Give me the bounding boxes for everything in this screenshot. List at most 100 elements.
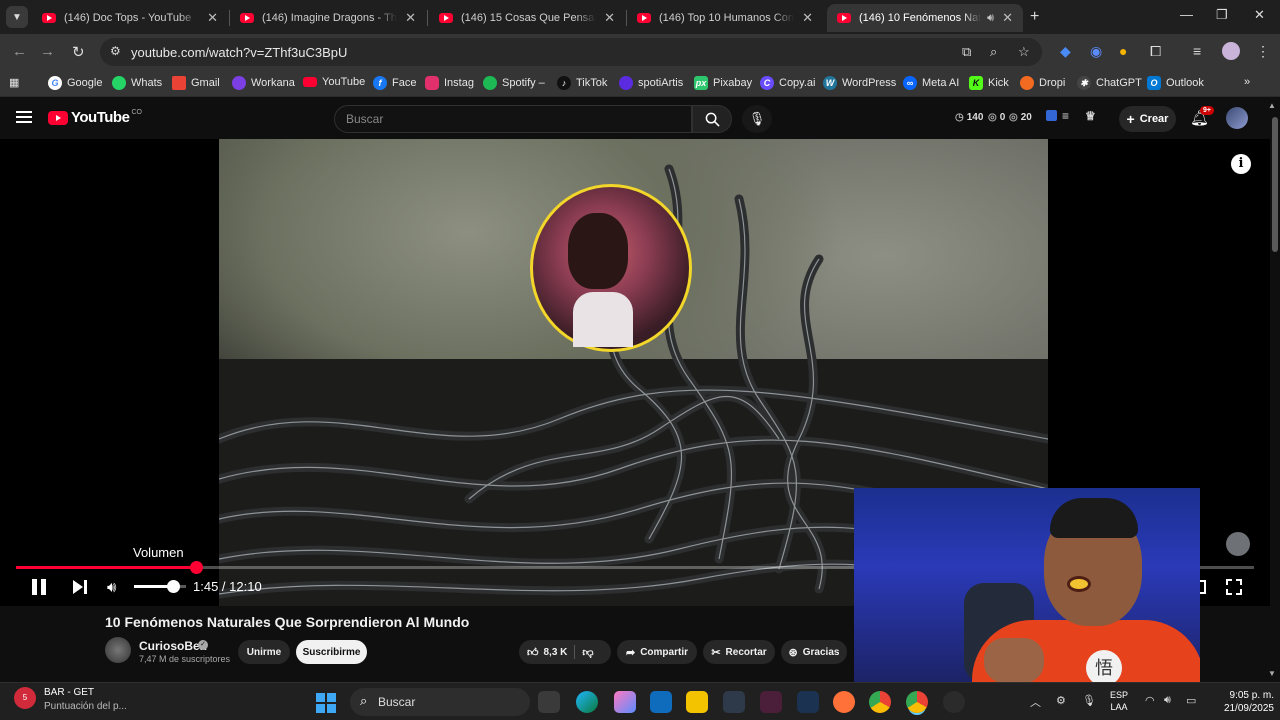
- firefox-icon[interactable]: [833, 691, 855, 713]
- bookmark-gmail[interactable]: Gmail: [172, 76, 220, 90]
- close-tab-icon[interactable]: ✕: [207, 10, 218, 26]
- youtube-logo[interactable]: YouTube CO: [48, 109, 142, 126]
- reload-icon[interactable]: ↻: [72, 43, 85, 61]
- app-shield-icon[interactable]: [723, 691, 745, 713]
- subscribe-button[interactable]: Suscribirme: [296, 640, 367, 664]
- volume-icon[interactable]: 🔊︎: [107, 579, 116, 596]
- bookmark-face[interactable]: f Face: [373, 76, 416, 90]
- extension-circle-icon[interactable]: ◉: [1090, 43, 1102, 60]
- volume-slider[interactable]: [134, 580, 186, 593]
- battery-icon[interactable]: ▭: [1186, 694, 1196, 707]
- apps-grid-icon[interactable]: ▦: [9, 76, 19, 89]
- chrome-icon[interactable]: [869, 691, 891, 713]
- like-thumb-icon[interactable]: 👍︎: [527, 646, 539, 659]
- media-controls-icon[interactable]: ≡: [1193, 43, 1201, 59]
- browser-tab-4[interactable]: (146) Top 10 Humanos Con Talentos ✕: [627, 4, 823, 32]
- pause-icon[interactable]: [31, 579, 47, 595]
- bookmark-workana[interactable]: Workana: [232, 76, 295, 90]
- extension-blue-icon[interactable]: [1046, 110, 1057, 121]
- volume-tray-icon[interactable]: 🔊︎: [1164, 694, 1171, 707]
- address-bar[interactable]: ⚙ youtube.com/watch?v=ZThf3uC3BpU ⧉ ⌕ ☆: [100, 38, 1042, 66]
- windows-start-icon[interactable]: [316, 693, 336, 713]
- install-app-icon[interactable]: ⧉: [962, 44, 971, 60]
- bookmark-outlook[interactable]: O Outlook: [1147, 76, 1204, 90]
- extensions-puzzle-icon[interactable]: ⧠: [1150, 43, 1161, 60]
- browser-tab-5-active[interactable]: (146) 10 Fenómenos Naturales 🔊︎ ✕: [827, 4, 1023, 32]
- bookmark-instag[interactable]: Instag: [425, 76, 474, 90]
- extension-color-icon[interactable]: ●: [1119, 43, 1127, 59]
- bookmark-whats[interactable]: Whats: [112, 76, 162, 90]
- bookmark-spotiartis[interactable]: spotiArtis: [619, 76, 683, 90]
- bookmark-pixabay[interactable]: px Pixabay: [694, 76, 752, 90]
- dislike-thumb-icon[interactable]: 👎︎: [582, 646, 593, 659]
- channel-watermark-icon[interactable]: [1226, 532, 1250, 556]
- thanks-button[interactable]: ⊛ Gracias: [781, 640, 847, 664]
- like-count[interactable]: 8,3 K: [544, 647, 568, 658]
- bookmark-metaai[interactable]: ∞ Meta AI: [903, 76, 959, 90]
- search-input[interactable]: [346, 112, 666, 126]
- scroll-up-arrow-icon[interactable]: ▲: [1268, 101, 1276, 110]
- bookmark-chatgpt[interactable]: ✱ ChatGPT: [1077, 76, 1142, 90]
- bookmark-wordpress[interactable]: W WordPress: [823, 76, 896, 90]
- edge-icon[interactable]: [576, 691, 598, 713]
- page-scrollbar[interactable]: [1270, 97, 1280, 682]
- join-button[interactable]: Unirme: [238, 640, 290, 664]
- close-window-icon[interactable]: ✕: [1254, 7, 1265, 23]
- bookmark-youtube[interactable]: YouTube: [303, 76, 365, 88]
- search-box[interactable]: [334, 105, 692, 133]
- close-tab-icon[interactable]: ✕: [1002, 10, 1013, 26]
- clip-button[interactable]: ✂ Recortar: [703, 640, 775, 664]
- close-tab-icon[interactable]: ✕: [802, 10, 813, 26]
- account-avatar[interactable]: [1226, 107, 1248, 129]
- bookmark-google[interactable]: G Google: [48, 76, 102, 90]
- app-snip-icon[interactable]: [797, 691, 819, 713]
- share-button[interactable]: ➦ Compartir: [617, 640, 697, 664]
- fullscreen-icon[interactable]: [1226, 579, 1242, 595]
- clock[interactable]: 9:05 p. m. 21/09/2025: [1212, 689, 1274, 715]
- file-explorer-icon[interactable]: [686, 691, 708, 713]
- app-editor-icon[interactable]: [760, 691, 782, 713]
- restore-window-icon[interactable]: ❐: [1216, 7, 1228, 23]
- chrome-active-icon[interactable]: [906, 691, 928, 713]
- extension-tag-icon[interactable]: ◆: [1060, 43, 1071, 60]
- wifi-icon[interactable]: ◠: [1145, 694, 1155, 707]
- channel-name[interactable]: CuriosoBen: [139, 639, 207, 653]
- browser-tab-3[interactable]: (146) 15 Cosas Que Pensabas Que ✕: [429, 4, 625, 32]
- forward-arrow-icon[interactable]: →: [40, 43, 55, 60]
- new-tab-plus-icon[interactable]: +: [1030, 8, 1039, 26]
- profile-avatar-icon[interactable]: [1222, 42, 1240, 60]
- bookmark-tiktok[interactable]: ♪ TikTok: [557, 76, 607, 90]
- more-bookmarks-icon[interactable]: »: [1244, 76, 1250, 88]
- obs-icon[interactable]: [943, 691, 965, 713]
- volume-handle[interactable]: [167, 580, 180, 593]
- bookmark-star-icon[interactable]: ☆: [1018, 44, 1030, 60]
- hamburger-menu-icon[interactable]: [16, 111, 32, 126]
- list-icon[interactable]: ≡: [1062, 109, 1069, 123]
- voice-search-mic-icon[interactable]: 🎙︎: [742, 105, 772, 133]
- taskbar-search[interactable]: ⌕ Buscar: [350, 688, 530, 716]
- bookmark-kick[interactable]: K Kick: [969, 76, 1009, 90]
- microphone-icon[interactable]: 🎙︎: [1082, 694, 1096, 707]
- channel-avatar[interactable]: [105, 637, 131, 663]
- task-view-icon[interactable]: [538, 691, 560, 713]
- bookmark-copyai[interactable]: C Copy.ai: [760, 76, 815, 90]
- bookmark-dropi[interactable]: Dropi: [1020, 76, 1065, 90]
- scroll-down-arrow-icon[interactable]: ▼: [1268, 669, 1276, 678]
- site-info-icon[interactable]: ⚙: [110, 44, 121, 58]
- tray-overflow-chevron-icon[interactable]: ︿: [1030, 694, 1041, 710]
- url-text[interactable]: youtube.com/watch?v=ZThf3uC3BpU: [131, 45, 347, 60]
- browser-tab-1[interactable]: (146) Doc Tops - YouTube ✕: [32, 4, 228, 32]
- copilot-icon[interactable]: [614, 691, 636, 713]
- input-language[interactable]: ESP LAA: [1110, 689, 1128, 713]
- close-tab-icon[interactable]: ✕: [405, 10, 416, 26]
- browser-tab-2[interactable]: (146) Imagine Dragons - Thunder ✕: [230, 4, 426, 32]
- tray-app-icon[interactable]: ⚙: [1056, 694, 1066, 707]
- progress-scrubber-handle[interactable]: [189, 561, 203, 574]
- zoom-search-icon[interactable]: ⌕: [990, 44, 997, 60]
- speaker-icon[interactable]: 🔊︎: [987, 12, 994, 25]
- store-icon[interactable]: [650, 691, 672, 713]
- minimize-icon[interactable]: —: [1180, 7, 1193, 22]
- more-menu-icon[interactable]: ⋮: [1256, 43, 1270, 60]
- info-icon[interactable]: i: [1231, 154, 1251, 174]
- scrollbar-thumb[interactable]: [1272, 117, 1278, 252]
